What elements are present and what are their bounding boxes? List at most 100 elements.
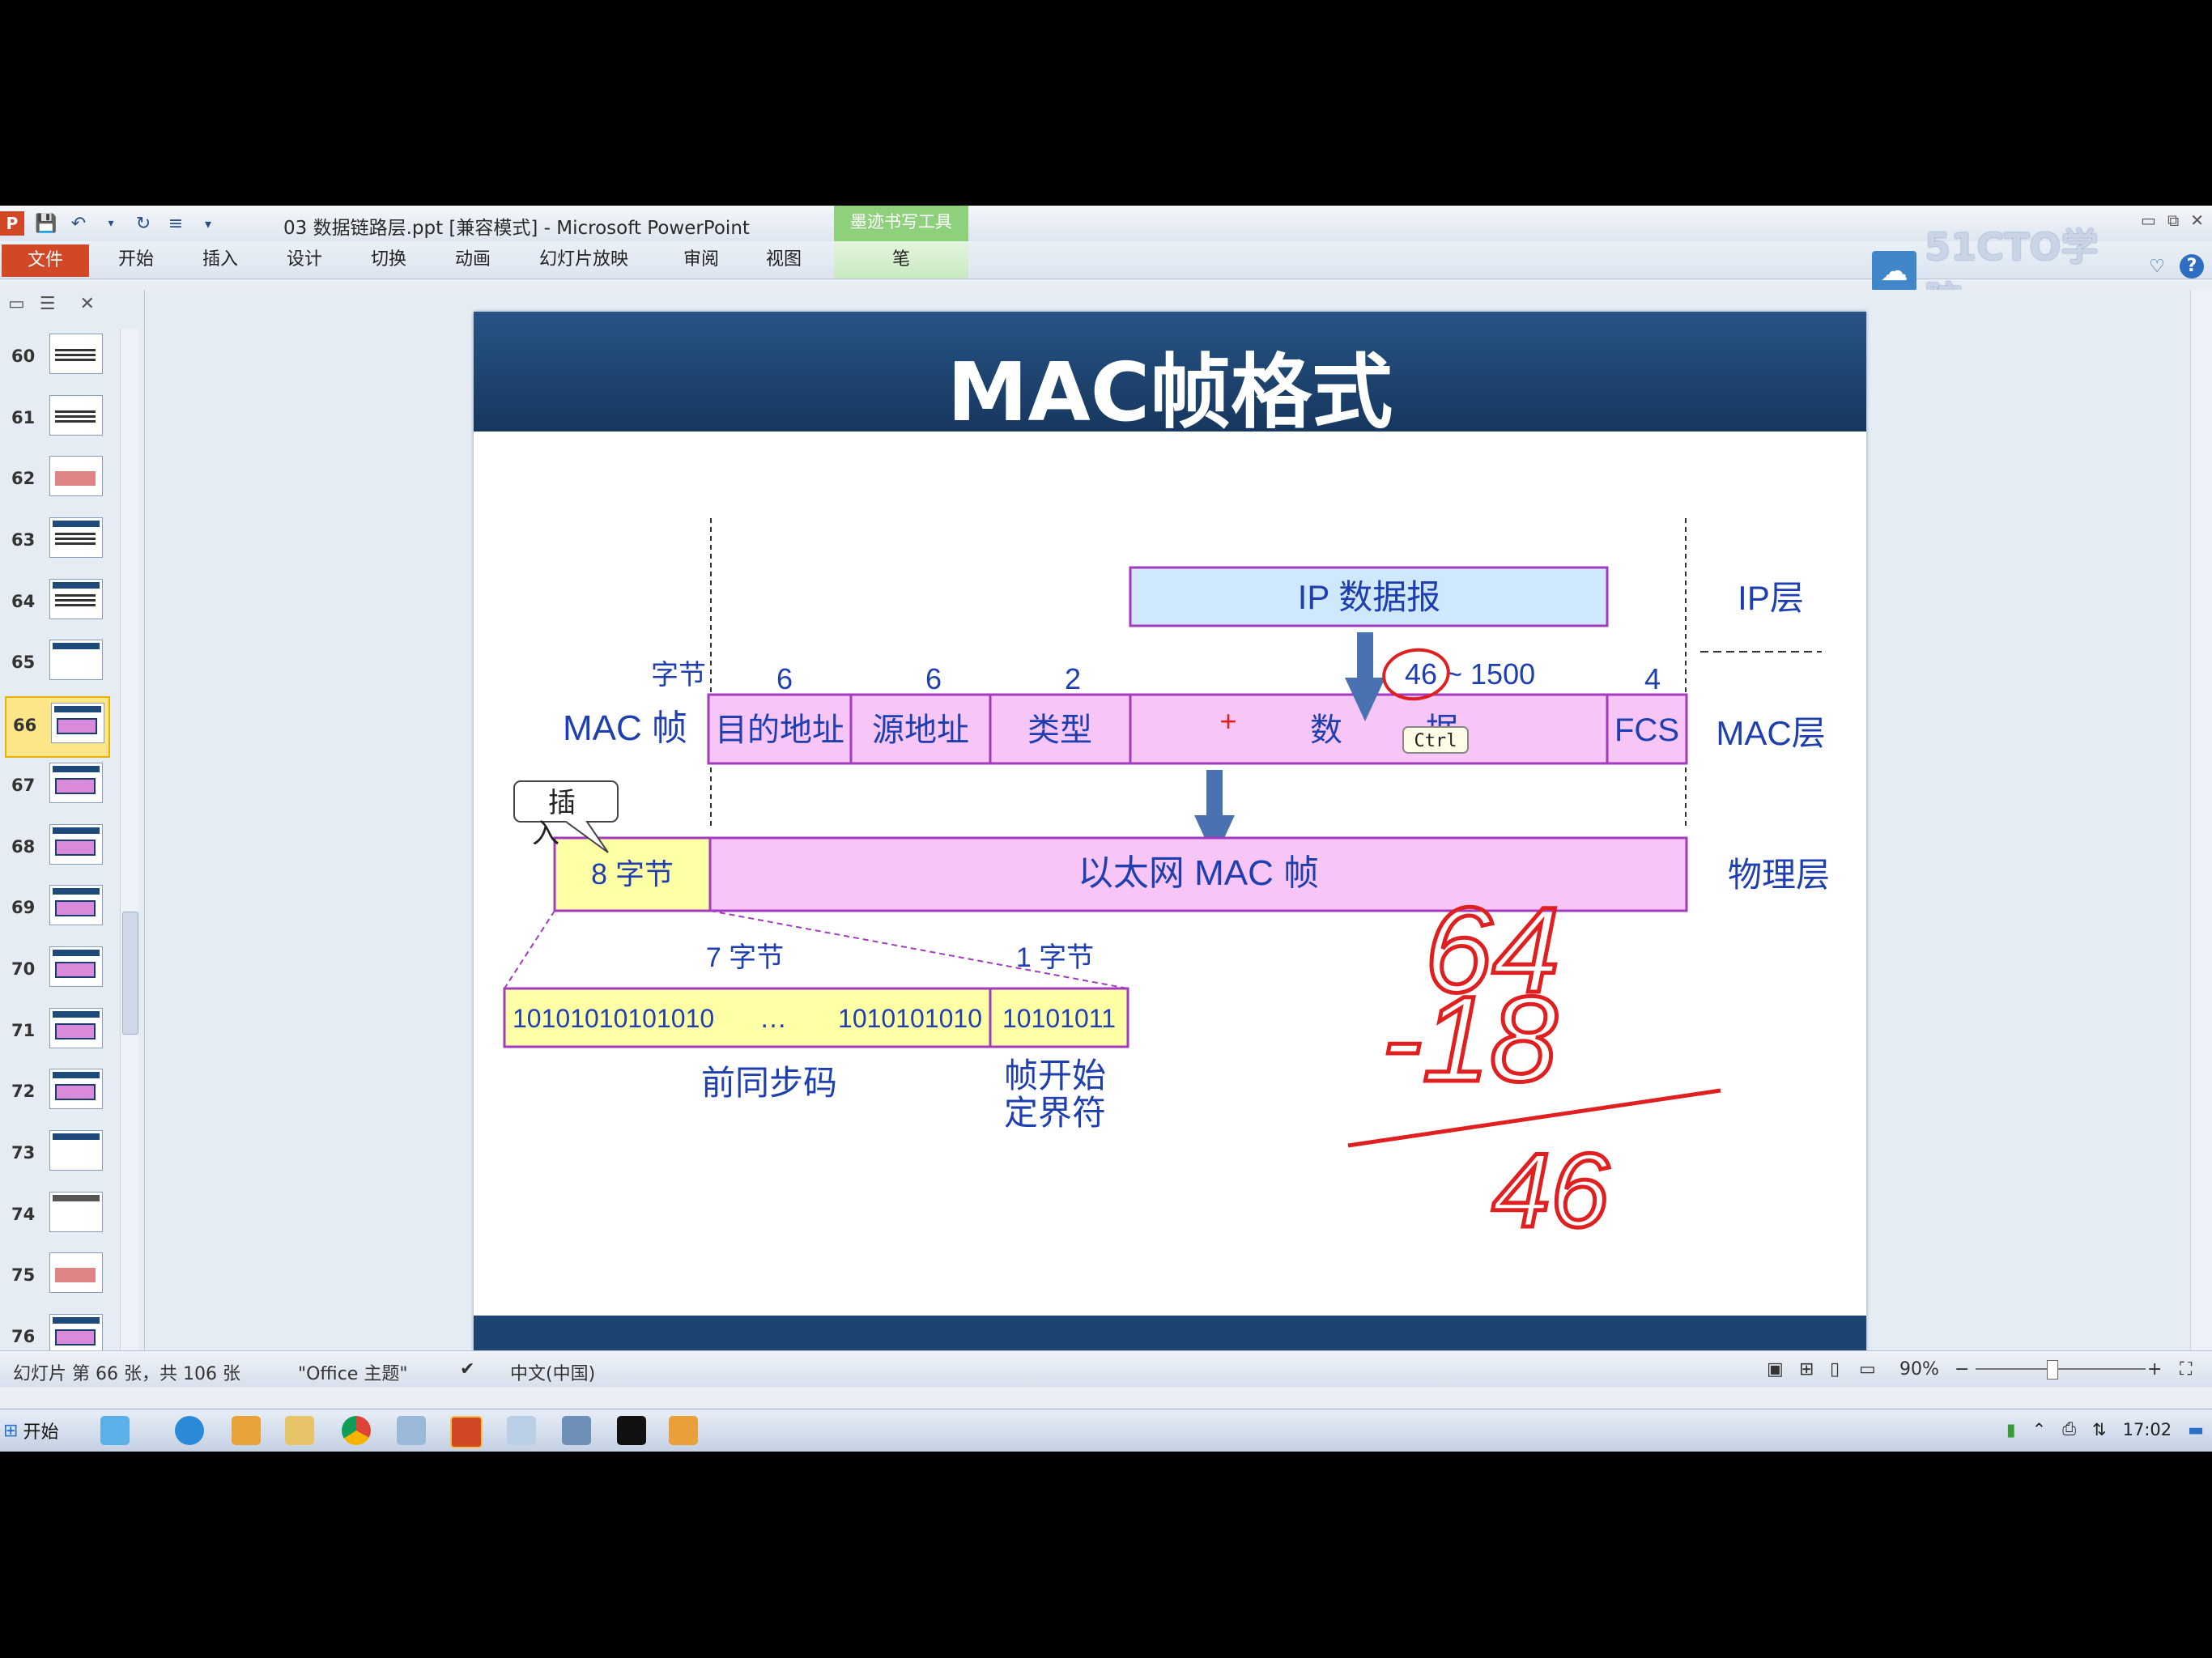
slide-thumb-63[interactable]: 63 bbox=[0, 512, 117, 574]
bits-mid: 1010101010 bbox=[838, 1004, 982, 1033]
app-icon-3[interactable] bbox=[232, 1416, 261, 1445]
outline-tab-icon[interactable]: ☰ bbox=[40, 294, 56, 314]
tab-pen[interactable]: 笔 bbox=[834, 241, 968, 278]
app-icon-6[interactable] bbox=[397, 1416, 426, 1445]
editing-vertical-scrollbar[interactable] bbox=[2190, 290, 2212, 1350]
tab-home[interactable]: 开始 bbox=[118, 241, 154, 278]
redo-icon[interactable]: ↻ bbox=[133, 213, 154, 234]
slide-thumb-64[interactable]: 64 bbox=[0, 574, 117, 636]
normal-view-icon[interactable]: ▣ bbox=[1767, 1359, 1784, 1380]
size-data-min: 46 bbox=[1405, 657, 1437, 691]
quick-access-toolbar: P 💾 ↶ ▾ ↻ ≡ ▾ bbox=[0, 209, 219, 238]
ink-tools-context-title: 墨迹书写工具 bbox=[834, 206, 968, 241]
slide-thumb-67[interactable]: 67 bbox=[0, 758, 117, 819]
zoom-out-icon[interactable]: − bbox=[1955, 1359, 1969, 1380]
app-icon-9[interactable] bbox=[562, 1416, 591, 1445]
powerpoint-taskbar-icon[interactable] bbox=[450, 1416, 483, 1448]
folder-icon[interactable] bbox=[285, 1416, 314, 1445]
field-dest: 目的地址 bbox=[715, 712, 844, 748]
slide-thumb-75[interactable]: 75 bbox=[0, 1248, 117, 1309]
windows-taskbar: ⊞ 开始 ▮ ⌃ ⎙ ⇅ 17:02 ▬ bbox=[0, 1409, 2212, 1452]
slide-thumb-72[interactable]: 72 bbox=[0, 1064, 117, 1125]
field-src: 源地址 bbox=[872, 712, 969, 748]
restore-icon[interactable]: ⧉ bbox=[2167, 210, 2179, 230]
tab-insert[interactable]: 插入 bbox=[202, 241, 238, 278]
ink-line-3: 46 bbox=[1492, 1131, 1610, 1249]
byte-label: 字节 bbox=[651, 660, 706, 691]
customize-toolbar-icon[interactable]: ▾ bbox=[198, 213, 219, 234]
preamble-bytes: 8 字节 bbox=[591, 857, 674, 891]
slideshow-view-icon[interactable]: ▭ bbox=[1859, 1359, 1876, 1380]
clock[interactable]: 17:02 bbox=[2123, 1420, 2172, 1439]
zoom-slider[interactable] bbox=[1976, 1368, 2146, 1370]
undo-icon[interactable]: ↶ bbox=[68, 213, 89, 234]
ctrl-tooltip: Ctrl bbox=[1414, 731, 1457, 751]
slide-thumb-65[interactable]: 65 bbox=[0, 635, 117, 696]
app-icon-8[interactable] bbox=[507, 1416, 536, 1445]
slides-pane: ▭ ☰ ✕ 60 61 62 63 64 65 66 67 68 69 70 7… bbox=[0, 290, 145, 1354]
close-pane-icon[interactable]: ✕ bbox=[80, 294, 95, 314]
slide-thumb-60[interactable]: 60 bbox=[0, 329, 117, 390]
tab-slideshow[interactable]: 幻灯片放映 bbox=[539, 241, 628, 278]
chrome-icon[interactable] bbox=[342, 1416, 371, 1445]
cmd-icon[interactable] bbox=[617, 1416, 646, 1445]
battery-icon[interactable]: ▮ bbox=[2006, 1420, 2016, 1439]
zoom-level[interactable]: 90% bbox=[1899, 1359, 1939, 1380]
save-icon[interactable]: 💾 bbox=[35, 213, 57, 234]
insert-callout-text-2: 入 bbox=[532, 818, 559, 849]
list-icon[interactable]: ≡ bbox=[165, 213, 186, 234]
tab-transitions[interactable]: 切换 bbox=[371, 241, 406, 278]
slide-sorter-icon[interactable]: ⊞ bbox=[1799, 1359, 1814, 1380]
slides-pane-scroll-thumb[interactable] bbox=[122, 912, 138, 1035]
ie-icon[interactable] bbox=[175, 1416, 204, 1445]
start-label: 开始 bbox=[23, 1422, 59, 1443]
bits-ellipsis: … bbox=[759, 1003, 787, 1034]
close-icon[interactable]: ✕ bbox=[2190, 210, 2204, 230]
undo-dropdown-icon[interactable]: ▾ bbox=[100, 213, 121, 234]
size-type: 2 bbox=[1065, 662, 1081, 695]
slide-thumb-62[interactable]: 62 bbox=[0, 451, 117, 512]
spellcheck-icon[interactable]: ✔ bbox=[460, 1359, 474, 1380]
tab-view[interactable]: 视图 bbox=[766, 241, 802, 278]
language-status[interactable]: 中文(中国) bbox=[510, 1359, 595, 1385]
slide-thumb-68[interactable]: 68 bbox=[0, 819, 117, 881]
slide-thumb-71[interactable]: 71 bbox=[0, 1003, 117, 1065]
slide-thumb-61[interactable]: 61 bbox=[0, 390, 117, 452]
status-bar: 幻灯片 第 66 张，共 106 张 "Office 主题" ✔ 中文(中国) … bbox=[0, 1350, 2212, 1387]
reading-view-icon[interactable]: ▯ bbox=[1830, 1359, 1840, 1380]
app-icon-1[interactable] bbox=[100, 1416, 130, 1445]
theme-status[interactable]: "Office 主题" bbox=[298, 1359, 407, 1385]
printer-icon[interactable]: ⎙ bbox=[2062, 1419, 2076, 1439]
collapse-ribbon-icon[interactable]: ♡ bbox=[2149, 257, 2165, 277]
current-slide[interactable]: MAC帧格式 IP 数据报 IP层 字节 6 6 2 46 ~ 1500 4 M… bbox=[474, 312, 1866, 1356]
slides-tab-icon[interactable]: ▭ bbox=[8, 294, 25, 314]
show-desktop-icon[interactable]: ▬ bbox=[2188, 1420, 2204, 1439]
app-icon-11[interactable] bbox=[669, 1416, 698, 1445]
slide-thumb-69[interactable]: 69 bbox=[0, 880, 117, 942]
tray-expand-icon[interactable]: ⌃ bbox=[2032, 1420, 2047, 1439]
tab-file[interactable]: 文件 bbox=[2, 244, 89, 277]
ribbon-help-area: ♡ ? bbox=[2149, 254, 2204, 278]
size-fcs: 4 bbox=[1644, 662, 1661, 695]
ip-datagram-label: IP 数据报 bbox=[1298, 578, 1441, 616]
slides-pane-scrollbar[interactable] bbox=[120, 329, 138, 1350]
powerpoint-app-icon[interactable]: P bbox=[0, 211, 24, 236]
network-icon[interactable]: ⇅ bbox=[2092, 1420, 2107, 1439]
slide-thumb-74[interactable]: 74 bbox=[0, 1187, 117, 1248]
pane-header: ▭ ☰ ✕ bbox=[0, 290, 144, 317]
slide-thumb-70[interactable]: 70 bbox=[0, 942, 117, 1003]
insert-callout-text: 插 bbox=[548, 788, 576, 818]
tab-animations[interactable]: 动画 bbox=[455, 241, 491, 278]
field-data-1: 数 bbox=[1310, 712, 1342, 748]
zoom-slider-knob[interactable] bbox=[2047, 1360, 2058, 1380]
tab-design[interactable]: 设计 bbox=[287, 241, 322, 278]
tab-review[interactable]: 审阅 bbox=[683, 241, 719, 278]
mac-layer-label: MAC层 bbox=[1716, 714, 1825, 752]
fit-slide-icon[interactable]: ⛶ bbox=[2180, 1359, 2192, 1380]
start-button[interactable]: ⊞ 开始 bbox=[3, 1414, 76, 1447]
minimize-icon[interactable]: ▭ bbox=[2141, 210, 2156, 230]
zoom-in-icon[interactable]: + bbox=[2147, 1359, 2162, 1380]
help-icon[interactable]: ? bbox=[2180, 254, 2204, 278]
slide-thumb-73[interactable]: 73 bbox=[0, 1125, 117, 1187]
slide-thumb-66[interactable]: 66 bbox=[5, 696, 110, 758]
